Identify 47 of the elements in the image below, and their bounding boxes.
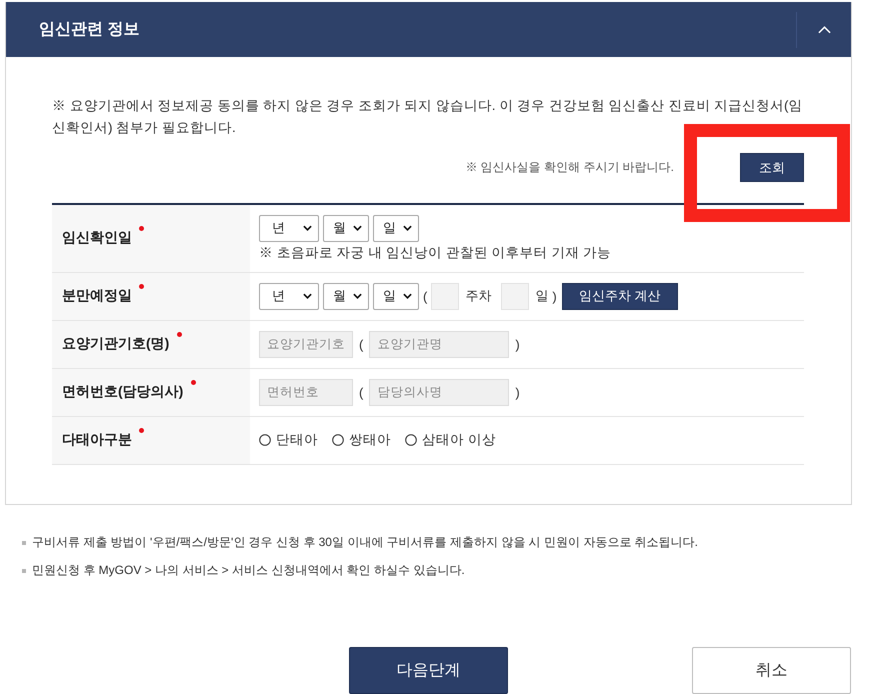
caret-icon <box>303 293 312 299</box>
hint-text: ※ 초음파로 자궁 내 임신낭이 관찰된 이후부터 기재 가능 <box>259 244 612 262</box>
caret-icon <box>303 225 312 232</box>
weeks-field[interactable] <box>431 282 460 310</box>
note-text: 구비서류 제출 방법이 '우편/팩스/방문'인 경우 신청 후 30일 이내에 구비서류를 제출하지 않을 시 민원이 자동으로 취소됩니다. <box>32 534 698 551</box>
radio-option[interactable]: 삼태아 이상 <box>405 431 496 449</box>
paren-text: ( <box>359 384 364 400</box>
unit-label: 주차 <box>465 287 492 305</box>
notice-text: ※ 요양기관에서 정보제공 동의를 하지 않은 경우 조회가 되지 않습니다. 이 경우 건강보험 임신출산 진료비 지급신청서(임신확인서) 첨부가 필요합니다. <box>52 97 804 137</box>
paren-text: ( <box>359 336 364 352</box>
input-field[interactable]: 면허번호 <box>259 378 353 406</box>
panel-title: 임신관련 정보 <box>39 20 140 40</box>
days-field[interactable] <box>501 282 530 310</box>
input-field[interactable]: 요양기관명 <box>369 330 510 358</box>
paren-text: ( <box>423 288 428 304</box>
caret-icon <box>403 293 412 299</box>
next-step-button[interactable]: 다음단계 <box>349 646 508 694</box>
cancel-button[interactable]: 취소 <box>692 646 851 694</box>
field-label: 분만예정일 <box>62 287 132 303</box>
caret-icon <box>353 293 362 299</box>
lookup-button[interactable]: 조회 <box>740 153 804 182</box>
field-label: 임신확인일 <box>62 229 132 246</box>
radio-option[interactable]: 단태아 <box>259 431 318 449</box>
select-dropdown[interactable]: 월 <box>323 282 369 310</box>
paren-text: ) <box>515 384 520 400</box>
field-label: 면허번호(담당의사) <box>62 383 184 399</box>
hint-text: ※ 임신사실을 확인해 주시기 바랍니다. <box>465 159 674 176</box>
note-text: 민원신청 후 MyGOV > 나의 서비스 > 서비스 신청내역에서 확인 하실수 있습니다. <box>32 562 465 579</box>
paren-text: ) <box>552 288 557 304</box>
chevron-up-icon <box>818 26 830 34</box>
field-label: 다태아구분 <box>62 431 132 447</box>
paren-text: ) <box>515 336 520 352</box>
select-dropdown[interactable]: 일 <box>373 282 419 310</box>
input-field[interactable]: 요양기관기호 <box>259 330 353 358</box>
select-dropdown[interactable]: 년 <box>259 282 319 310</box>
select-dropdown[interactable]: 년 <box>259 214 319 242</box>
select-dropdown[interactable]: 일 <box>373 214 419 242</box>
caret-icon <box>403 225 412 232</box>
unit-label: 일 <box>535 287 548 305</box>
caret-icon <box>353 225 362 232</box>
radio-option[interactable]: 쌍태아 <box>332 431 391 449</box>
calculate-weeks-button[interactable]: 임신주차 계산 <box>562 282 678 310</box>
bullet-icon <box>22 540 26 544</box>
input-field[interactable]: 담당의사명 <box>369 378 510 406</box>
field-label: 요양기관기호(명) <box>62 335 170 351</box>
select-dropdown[interactable]: 월 <box>323 214 369 242</box>
bullet-icon <box>22 568 26 572</box>
